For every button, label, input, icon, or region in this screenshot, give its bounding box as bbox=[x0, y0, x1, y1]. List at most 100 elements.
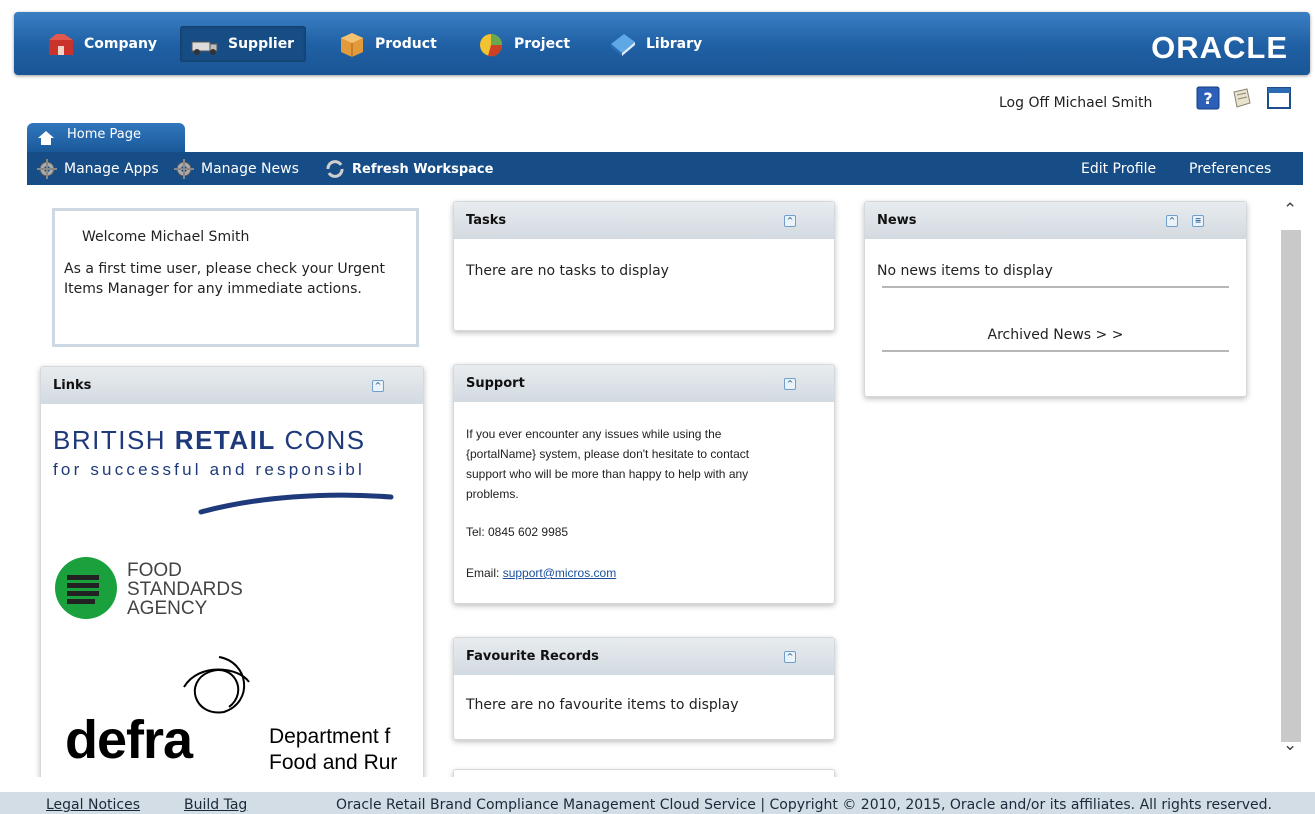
news-divider bbox=[882, 286, 1229, 288]
support-text-3: support who will be more than happy to h… bbox=[466, 467, 749, 481]
nav-library[interactable]: Library bbox=[598, 26, 714, 62]
collapse-icon[interactable]: ^ bbox=[784, 378, 796, 390]
support-header: Support ^ bbox=[454, 365, 834, 402]
nav-product-label: Product bbox=[375, 36, 437, 52]
favourites-empty-message: There are no favourite items to display bbox=[466, 697, 739, 713]
favourites-header: Favourite Records ^ bbox=[454, 638, 834, 675]
home-icon bbox=[38, 131, 54, 145]
nav-project[interactable]: Project bbox=[466, 26, 582, 62]
brc-word-1: BRITISH bbox=[53, 425, 175, 455]
fsa-line-1: FOOD bbox=[127, 560, 182, 581]
window-icon[interactable] bbox=[1267, 86, 1291, 110]
support-email-link[interactable]: support@micros.com bbox=[503, 566, 617, 580]
tasks-portlet: Tasks ^ There are no tasks to display bbox=[453, 201, 835, 331]
help-icon[interactable]: ? bbox=[1196, 86, 1220, 110]
tasks-title: Tasks bbox=[466, 213, 507, 228]
defra-sub-line-2: Food and Rur bbox=[269, 751, 398, 774]
refresh-icon bbox=[326, 160, 344, 178]
favourites-title: Favourite Records bbox=[466, 649, 599, 664]
nav-project-label: Project bbox=[514, 36, 571, 52]
news-title: News bbox=[877, 213, 917, 228]
favourite-records-portlet: Favourite Records ^ There are no favouri… bbox=[453, 637, 835, 740]
gear-icon bbox=[37, 159, 57, 179]
news-portlet: News ^ ≡ No news items to display Archiv… bbox=[864, 201, 1247, 397]
defra-logo[interactable]: defra bbox=[65, 709, 193, 771]
manage-news-button[interactable]: Manage News bbox=[173, 158, 299, 180]
app-window: Company Supplier Product Project Library… bbox=[0, 0, 1315, 814]
product-icon bbox=[341, 33, 363, 57]
welcome-line-1: As a first time user, please check your … bbox=[64, 261, 385, 277]
links-header: Links ^ bbox=[41, 367, 423, 404]
brc-word-2: RETAIL bbox=[174, 425, 276, 455]
refresh-workspace-button[interactable]: Refresh Workspace bbox=[324, 158, 493, 180]
edit-profile-link[interactable]: Edit Profile bbox=[1081, 161, 1156, 177]
tab-home-label: Home Page bbox=[67, 127, 141, 142]
defra-subtitle: Department f Food and Rur bbox=[269, 724, 397, 776]
support-email-label: Email: bbox=[466, 566, 503, 580]
top-navigation-bar: Company Supplier Product Project Library… bbox=[14, 12, 1310, 75]
welcome-line-2: Items Manager for any immediate actions. bbox=[64, 281, 362, 297]
nav-product[interactable]: Product bbox=[327, 26, 449, 62]
tasks-header: Tasks ^ bbox=[454, 202, 834, 239]
gear-icon bbox=[174, 159, 194, 179]
scrollbar-thumb[interactable] bbox=[1281, 230, 1301, 742]
nav-library-label: Library bbox=[646, 36, 703, 52]
workspace: Welcome Michael Smith As a first time us… bbox=[27, 185, 1303, 777]
archived-news-link[interactable]: Archived News > > bbox=[882, 327, 1229, 343]
company-icon bbox=[49, 34, 73, 55]
log-off-link[interactable]: Log Off Michael Smith bbox=[999, 95, 1152, 111]
fsa-logo-icon[interactable] bbox=[53, 555, 119, 621]
nav-supplier-label: Supplier bbox=[228, 36, 295, 52]
brc-word-3: CONS bbox=[275, 425, 366, 455]
fsa-line-2: STANDARDS bbox=[127, 579, 243, 600]
preferences-link[interactable]: Preferences bbox=[1189, 161, 1271, 177]
scroll-up-icon[interactable]: ⌃ bbox=[1283, 200, 1297, 220]
build-tag-link[interactable]: Build Tag bbox=[184, 797, 247, 813]
refresh-workspace-label: Refresh Workspace bbox=[352, 161, 494, 177]
workspace-toolbar: Manage Apps Manage News Refresh Workspac… bbox=[27, 152, 1303, 185]
manage-news-label: Manage News bbox=[201, 161, 299, 177]
list-icon[interactable]: ≡ bbox=[1192, 215, 1204, 227]
links-portlet: Links ^ BRITISH RETAIL CONS for successf… bbox=[40, 366, 424, 777]
footer: Legal Notices Build Tag Oracle Retail Br… bbox=[0, 792, 1315, 814]
vertical-scrollbar[interactable]: ⌃ ⌄ bbox=[1280, 190, 1303, 770]
news-empty-message: No news items to display bbox=[877, 263, 1053, 279]
tasks-empty-message: There are no tasks to display bbox=[466, 263, 669, 279]
support-text-1: If you ever encounter any issues while u… bbox=[466, 427, 722, 441]
news-divider bbox=[882, 350, 1229, 352]
legal-notices-link[interactable]: Legal Notices bbox=[46, 797, 140, 813]
support-tel: Tel: 0845 602 9985 bbox=[466, 525, 569, 539]
support-email-row: Email: support@micros.com bbox=[466, 563, 822, 583]
support-text-2: {portalName} system, please don't hesita… bbox=[466, 447, 750, 461]
welcome-message: As a first time user, please check your … bbox=[64, 259, 409, 299]
scroll-icon[interactable] bbox=[1229, 86, 1253, 110]
collapse-icon[interactable]: ^ bbox=[372, 380, 384, 392]
nav-supplier[interactable]: Supplier bbox=[180, 26, 307, 62]
links-title: Links bbox=[53, 378, 92, 393]
support-text-4: problems. bbox=[466, 487, 519, 501]
supplier-icon bbox=[191, 41, 218, 55]
welcome-title: Welcome Michael Smith bbox=[82, 229, 250, 245]
collapse-icon[interactable]: ^ bbox=[784, 215, 796, 227]
nav-company[interactable]: Company bbox=[36, 26, 169, 62]
project-icon bbox=[480, 34, 503, 57]
defra-sub-line-1: Department f bbox=[269, 725, 391, 748]
tab-home-page[interactable]: Home Page bbox=[27, 123, 185, 152]
fsa-line-3: AGENCY bbox=[127, 598, 208, 619]
manage-apps-button[interactable]: Manage Apps bbox=[36, 158, 159, 180]
next-portlet-edge bbox=[453, 769, 835, 777]
scroll-down-icon[interactable]: ⌄ bbox=[1283, 735, 1297, 755]
news-header: News ^ ≡ bbox=[865, 202, 1246, 239]
support-title: Support bbox=[466, 376, 525, 391]
manage-apps-label: Manage Apps bbox=[64, 161, 159, 177]
welcome-box: Welcome Michael Smith As a first time us… bbox=[52, 208, 419, 347]
support-portlet: Support ^ If you ever encounter any issu… bbox=[453, 364, 835, 604]
oracle-logo: ORACLE bbox=[1151, 30, 1288, 65]
brc-tagline: for successful and responsibl bbox=[53, 460, 366, 479]
support-body: If you ever encounter any issues while u… bbox=[454, 402, 834, 583]
collapse-icon[interactable]: ^ bbox=[1166, 215, 1178, 227]
svg-text:?: ? bbox=[1203, 89, 1212, 108]
brc-swoosh-icon bbox=[198, 492, 394, 515]
collapse-icon[interactable]: ^ bbox=[784, 651, 796, 663]
brc-logo[interactable]: BRITISH RETAIL CONS for successful and r… bbox=[53, 425, 366, 480]
